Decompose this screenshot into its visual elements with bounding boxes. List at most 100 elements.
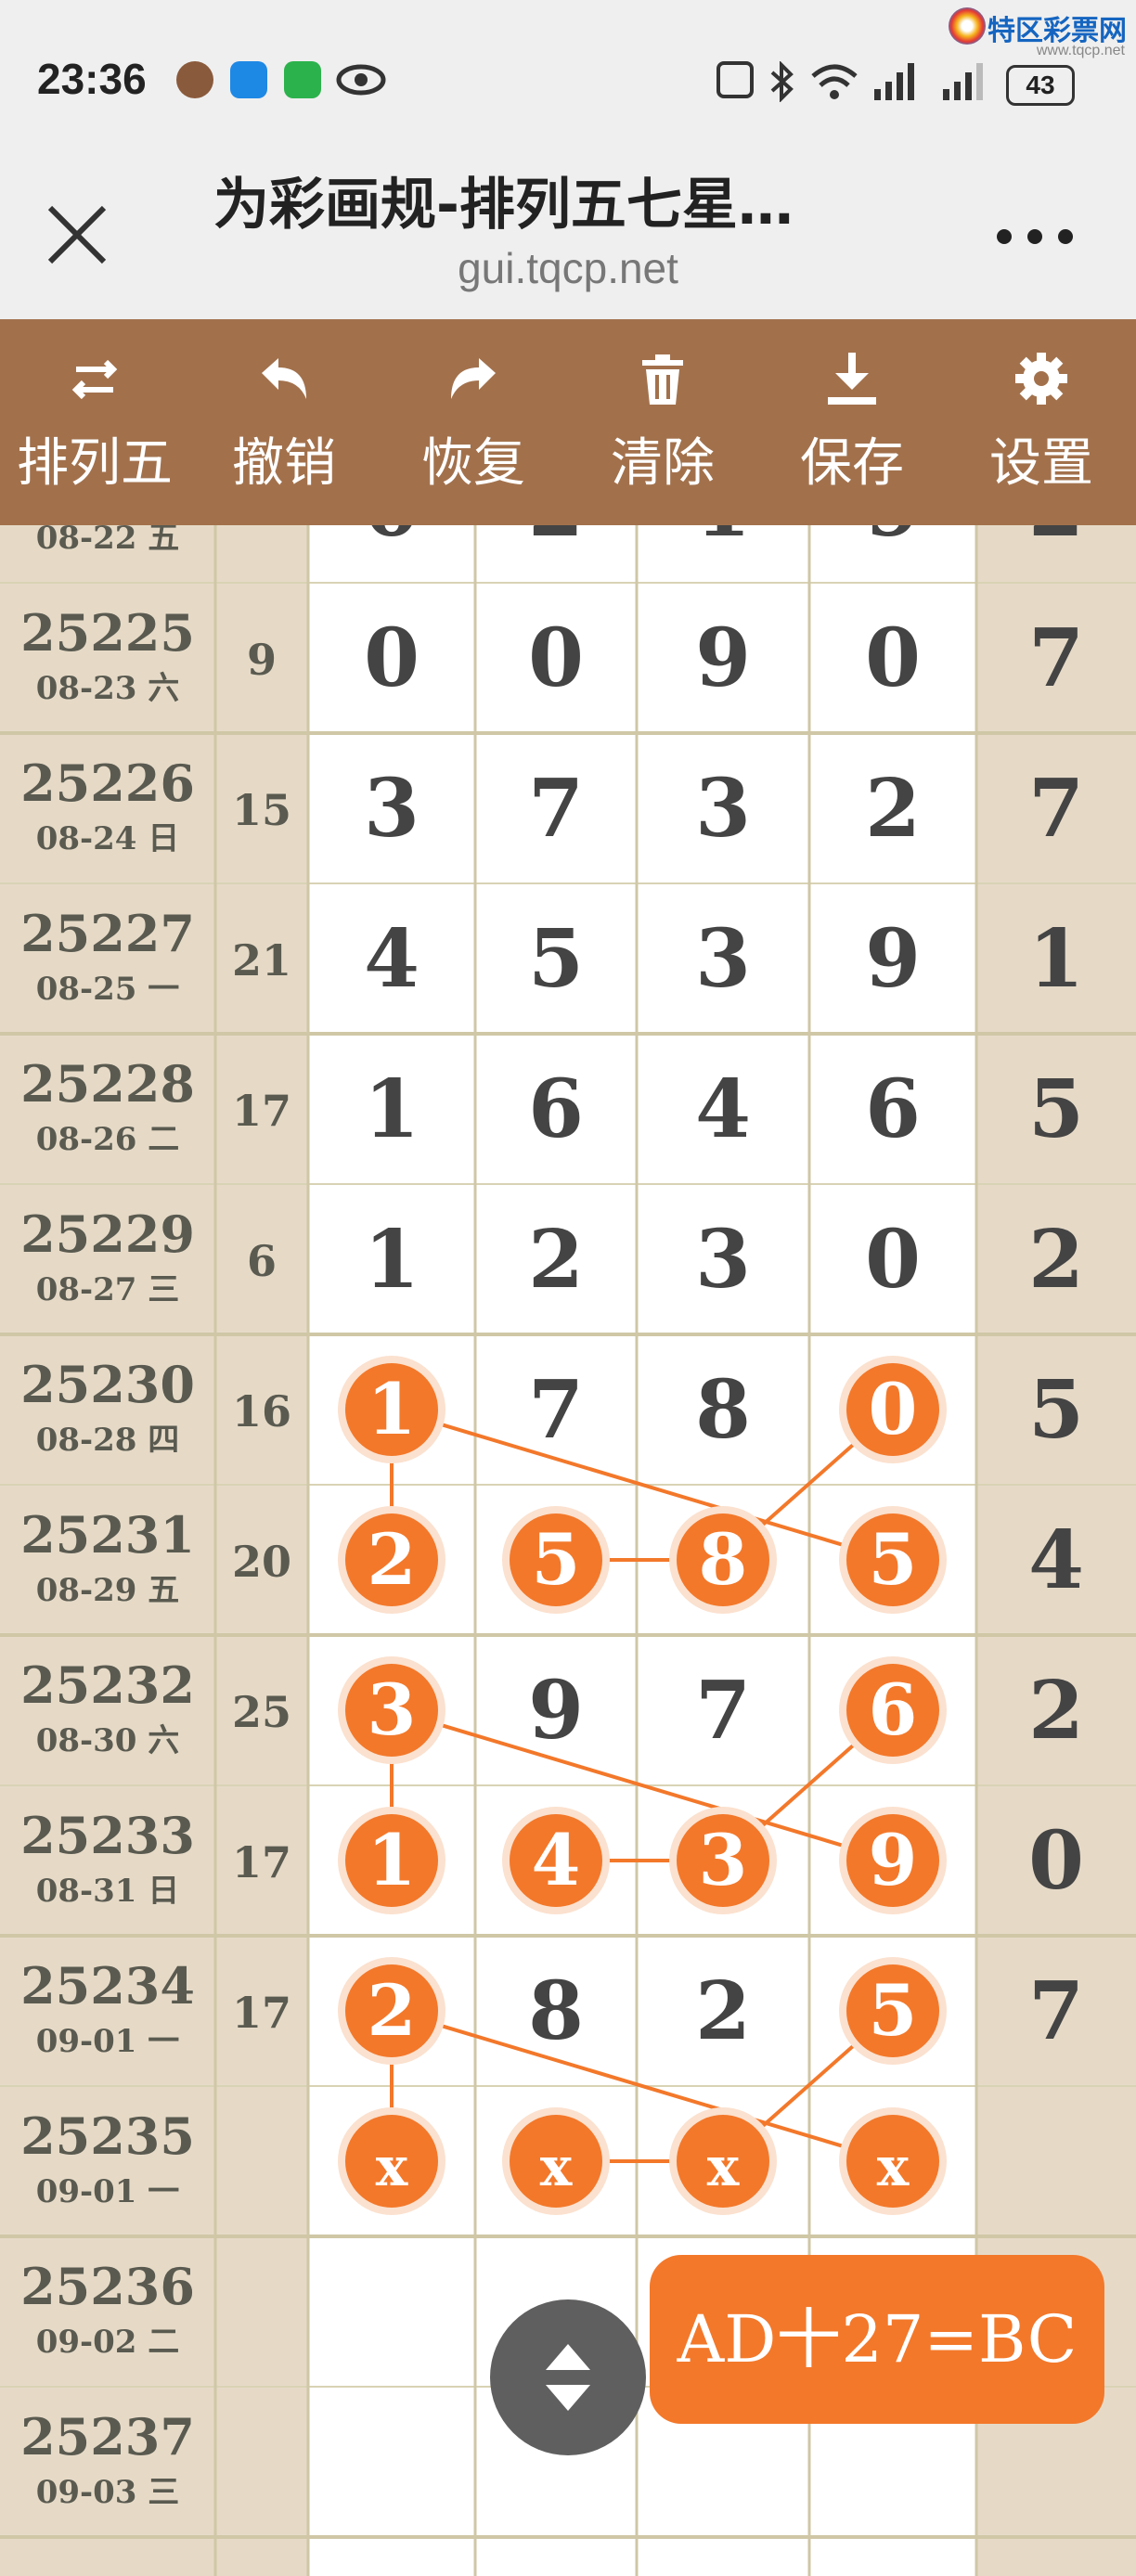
digit-cell[interactable]: 2 <box>368 1969 417 2052</box>
digit-cell[interactable]: 2 <box>528 525 584 555</box>
digit-cell[interactable]: 3 <box>368 1668 417 1751</box>
signal-icon <box>941 61 983 100</box>
digit-cell[interactable]: 0 <box>364 525 420 555</box>
tool-redo[interactable]: 恢复 <box>379 319 568 525</box>
digit-cell[interactable]: x <box>877 2135 910 2198</box>
digit-cell[interactable]: 9 <box>528 1664 584 1758</box>
issue-number: 25226 <box>20 753 195 813</box>
digit-cell[interactable]: 0 <box>528 612 584 705</box>
digit-cell[interactable]: 2 <box>368 1518 417 1601</box>
digit-cell[interactable]: 3 <box>699 1819 748 1901</box>
issue-number: 25235 <box>20 2106 195 2166</box>
digit-cell[interactable]: 4 <box>364 912 420 1006</box>
digit-cell[interactable]: 8 <box>528 1964 584 2058</box>
digit-cell[interactable]: 4 <box>532 1819 581 1901</box>
digit-cell[interactable]: 1 <box>695 525 751 555</box>
digit-cell[interactable]: 3 <box>364 762 420 856</box>
toolbar: 排列五 撤销 恢复 清除 保存 设置 <box>0 319 1136 525</box>
draw-date: 09-01 一 <box>36 2023 180 2060</box>
tool-clear[interactable]: 清除 <box>568 319 757 525</box>
digit-cell[interactable]: 8 <box>699 1518 748 1601</box>
bluetooth-icon <box>768 60 806 103</box>
digit-cell[interactable]: 6 <box>528 1063 584 1156</box>
wechat-icon <box>284 61 321 98</box>
last-digit: 0 <box>1028 1814 1084 1908</box>
digit-cell[interactable]: 3 <box>695 1213 751 1307</box>
chat-app-icon <box>230 61 267 98</box>
digit-cell[interactable]: 3 <box>695 762 751 856</box>
digit-cell[interactable]: 9 <box>695 612 751 705</box>
tool-save[interactable]: 保存 <box>757 319 947 525</box>
digit-cell[interactable]: 4 <box>695 1063 751 1156</box>
tool-label: 排列五 <box>17 433 173 494</box>
digit-cell[interactable]: 5 <box>869 1518 918 1601</box>
tool-undo[interactable]: 撤销 <box>189 319 379 525</box>
issue-number: 25231 <box>20 1505 195 1565</box>
page-url: gui.tqcp.net <box>458 244 678 292</box>
digit-cell[interactable]: 0 <box>364 612 420 705</box>
issue-number: 25232 <box>20 1655 195 1715</box>
draw-date: 08-24 日 <box>36 820 180 857</box>
issue-number: 25229 <box>20 1204 195 1264</box>
brand-logo-icon <box>949 7 986 45</box>
digit-cell[interactable]: 7 <box>695 1664 751 1758</box>
draw-date: 08-28 四 <box>36 1422 180 1459</box>
more-button[interactable] <box>984 213 1086 260</box>
digit-cell[interactable]: x <box>376 2135 408 2198</box>
draw-date: 09-03 三 <box>36 2474 180 2511</box>
digit-cell[interactable]: 6 <box>869 1668 918 1751</box>
brand-url: www.tqcp.net <box>1036 43 1125 58</box>
digit-cell[interactable]: 1 <box>364 1213 420 1307</box>
formula-button[interactable]: AD十27=BC <box>650 2255 1104 2424</box>
digit-cell[interactable]: 8 <box>695 1363 751 1457</box>
last-digit: 7 <box>1028 612 1084 705</box>
digit-cell[interactable]: 2 <box>865 762 921 856</box>
digit-cell[interactable]: x <box>540 2135 573 2198</box>
digit-sum: 17 <box>232 1086 291 1136</box>
digit-cell[interactable]: x <box>707 2135 740 2198</box>
status-bar: 23:36 43 特区彩票网 www.tqcp.net <box>0 0 1136 139</box>
issue-number: 25236 <box>20 2257 195 2316</box>
digit-cell[interactable]: 6 <box>865 1063 921 1156</box>
more-icon <box>997 229 1073 244</box>
nfc-icon <box>716 61 754 98</box>
digit-cell[interactable]: 1 <box>368 1368 417 1450</box>
draw-date: 08-30 六 <box>36 1722 180 1759</box>
tool-lottery-type[interactable]: 排列五 <box>0 319 189 525</box>
last-digit: 2 <box>1028 525 1084 555</box>
digit-cell[interactable]: 7 <box>528 1363 584 1457</box>
digit-cell[interactable]: 5 <box>869 1969 918 2052</box>
digit-cell[interactable]: 5 <box>528 912 584 1006</box>
digit-cell[interactable]: 1 <box>368 1819 417 1901</box>
digit-cell[interactable]: 2 <box>528 1213 584 1307</box>
digit-cell[interactable]: 9 <box>865 525 921 555</box>
tool-label: 撤销 <box>232 433 336 494</box>
last-digit: 1 <box>1028 912 1084 1006</box>
wifi-icon <box>809 61 858 99</box>
digit-cell[interactable]: 3 <box>695 912 751 1006</box>
digit-cell[interactable]: 2 <box>695 1964 751 2058</box>
digit-cell[interactable]: 5 <box>532 1518 581 1601</box>
digit-cell[interactable]: 9 <box>869 1819 918 1901</box>
trash-icon <box>642 354 683 405</box>
draw-date: 08-23 六 <box>36 670 180 707</box>
scroll-toggle-button[interactable] <box>490 2299 646 2455</box>
digit-cell[interactable]: 0 <box>865 612 921 705</box>
digit-cell[interactable]: 7 <box>528 762 584 856</box>
digit-sum: 20 <box>232 1537 291 1587</box>
digit-cell[interactable]: 1 <box>364 1063 420 1156</box>
swap-icon <box>71 359 118 400</box>
battery-level: 43 <box>1026 71 1055 99</box>
digit-cell[interactable]: 0 <box>869 1368 918 1450</box>
digit-cell[interactable]: 9 <box>865 912 921 1006</box>
eye-icon <box>336 61 386 98</box>
last-digit: 7 <box>1028 1964 1084 2058</box>
digit-cell[interactable]: 0 <box>865 1213 921 1307</box>
browser-header: 为彩画规-排列五七星… gui.tqcp.net <box>0 139 1136 319</box>
tool-label: 设置 <box>989 433 1093 494</box>
tool-settings[interactable]: 设置 <box>947 319 1136 525</box>
draw-date: 08-25 一 <box>36 971 180 1008</box>
page-title: 为彩画规-排列五七星… <box>213 173 794 238</box>
issue-number: 25233 <box>20 1806 195 1865</box>
signal-icon <box>872 61 914 100</box>
